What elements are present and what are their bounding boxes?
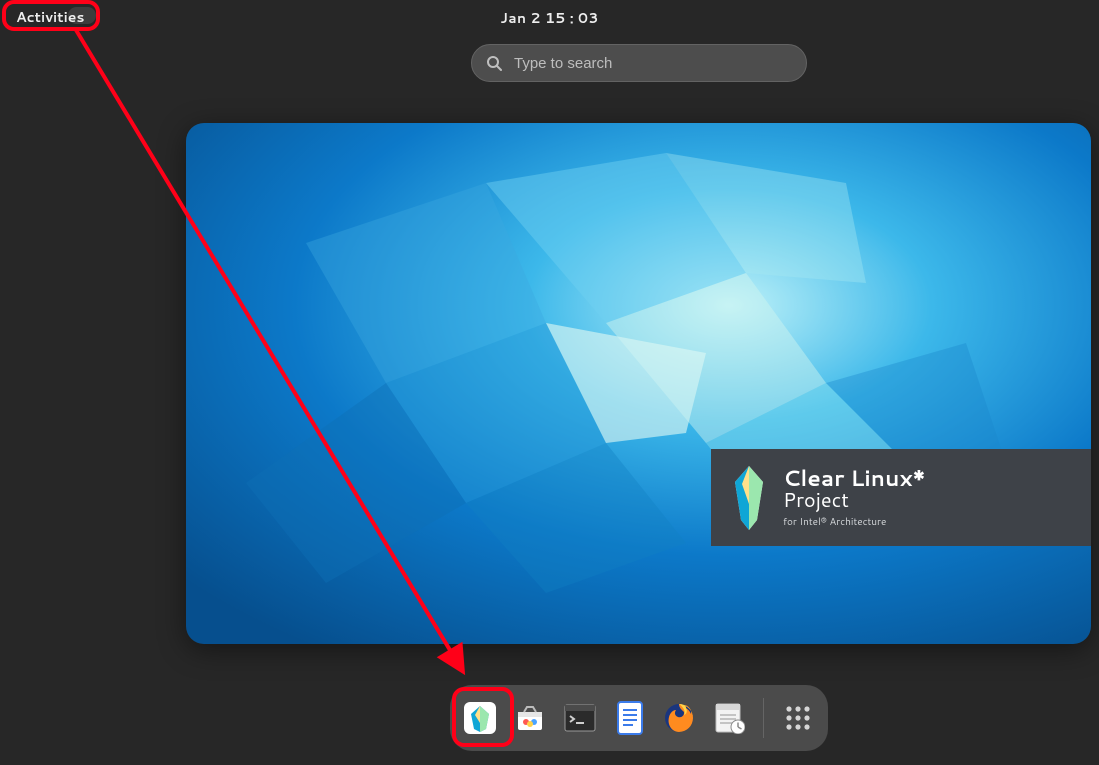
search-input[interactable] — [514, 55, 792, 72]
dash — [450, 685, 828, 751]
clear-linux-logo-icon — [729, 464, 769, 532]
dash-item-1[interactable] — [512, 700, 548, 736]
dash-item-0[interactable] — [462, 700, 498, 736]
text-editor-icon — [617, 701, 643, 735]
clock-datetime[interactable]: Jan 2 15 : 03 — [500, 8, 598, 28]
terminal-icon — [564, 704, 596, 732]
apps-grid-icon — [784, 704, 812, 732]
clear-linux-installer-icon — [463, 701, 497, 735]
dash-item-5[interactable] — [711, 700, 747, 736]
wallpaper — [186, 123, 1091, 644]
dash-item-4[interactable] — [661, 700, 697, 736]
software-center-icon — [514, 702, 546, 734]
dash-item-3[interactable] — [612, 700, 648, 736]
search-icon — [486, 55, 502, 71]
evolution-mail-icon — [713, 702, 745, 734]
dash-item-2[interactable] — [562, 700, 598, 736]
activities-button[interactable]: Activities — [16, 7, 84, 27]
branding-subtitle: Project — [783, 490, 925, 511]
show-applications-button[interactable] — [780, 700, 816, 736]
search-pill[interactable] — [471, 44, 807, 82]
workspace-preview[interactable]: Clear Linux* Project for Intel® Architec… — [186, 123, 1091, 644]
firefox-icon — [662, 701, 696, 735]
branding-tagline: for Intel® Architecture — [783, 517, 925, 528]
dash-separator — [763, 698, 764, 738]
branding-banner: Clear Linux* Project for Intel® Architec… — [711, 449, 1091, 546]
